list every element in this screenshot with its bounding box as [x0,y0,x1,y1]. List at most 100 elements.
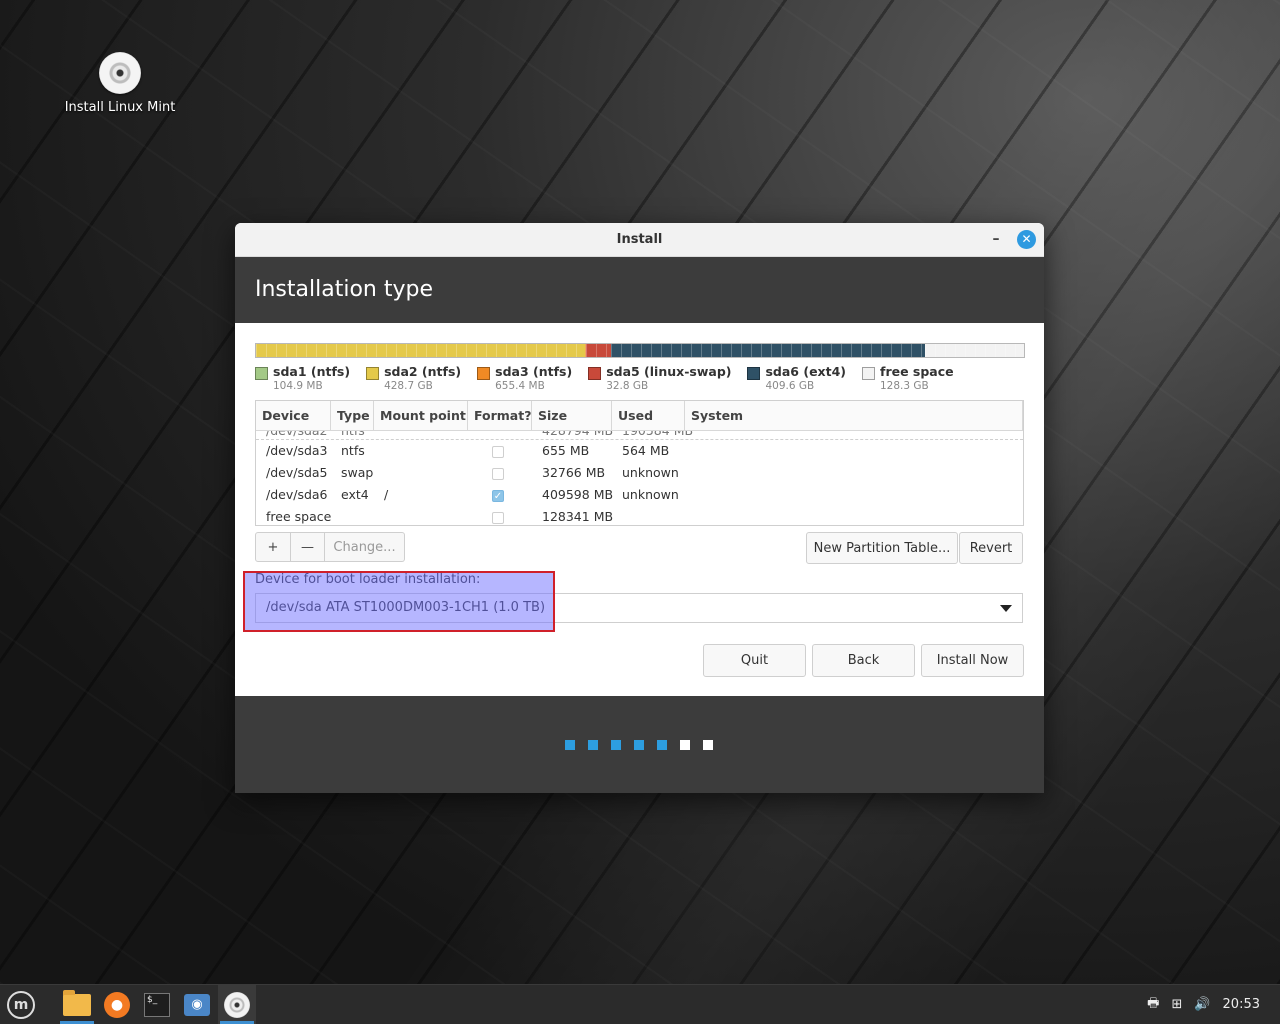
installer-window: Install – ✕ Installation type sda1 (ntfs… [235,223,1044,793]
column-header[interactable]: System [685,401,1023,430]
table-cell: unknown [622,487,679,502]
legend-size: 428.7 GB [384,380,433,392]
revert-button[interactable]: Revert [959,532,1023,564]
column-header[interactable]: Mount point [374,401,468,430]
quit-button[interactable]: Quit [703,644,806,677]
terminal-launcher[interactable]: $_ [138,985,176,1024]
legend-swatch [477,367,491,380]
firefox-launcher[interactable]: ● [98,985,136,1024]
legend-size: 128.3 GB [880,380,929,392]
annotation-highlight [243,571,555,632]
window-title: Install [616,232,663,247]
partition-segment [585,344,611,357]
column-header[interactable]: Size [532,401,612,430]
legend-item: sda5 (linux-swap) 32.8 GB [588,364,731,392]
close-icon[interactable]: ✕ [1017,230,1036,249]
table-body[interactable]: /dev/sda2ntfs428794 MB190584 MB/dev/sda3… [256,431,1023,525]
legend-name: sda2 (ntfs) [384,364,462,379]
step-dot [565,740,575,750]
legend-size: 104.9 MB [273,380,323,392]
installer-task[interactable] [218,985,256,1024]
taskbar: m ● $_ ◉ 🖶 ⊞ 🔊 20:53 [0,984,1280,1024]
title-bar[interactable]: Install – ✕ [235,223,1044,257]
system-tray: 🖶 ⊞ 🔊 20:53 [1135,985,1260,1024]
table-row[interactable]: /dev/sda5 swap 32766 MB unknown [256,462,1023,484]
back-button[interactable]: Back [812,644,915,677]
table-cell [374,431,468,439]
table-cell: 32766 MB [542,465,606,480]
format-checkbox[interactable] [492,445,504,458]
table-cell [374,506,468,525]
column-header[interactable]: Device [256,401,331,430]
legend-size: 655.4 MB [495,380,545,392]
table-cell: /dev/sda3 [266,443,328,458]
format-checkbox[interactable] [492,511,504,524]
table-cell: / [384,487,389,502]
dropdown-arrow-icon[interactable] [1000,605,1012,612]
table-cell: ntfs [331,431,374,439]
legend-swatch [255,367,268,380]
table-cell: 564 MB [622,443,670,458]
column-header[interactable]: Format? [468,401,532,430]
printer-icon[interactable]: 🖶 [1147,994,1159,1016]
terminal-icon: $_ [144,992,170,1017]
table-cell [685,462,1023,484]
legend-swatch [588,367,602,380]
table-cell [468,431,532,439]
step-indicator [565,740,726,750]
files-launcher[interactable] [58,985,96,1024]
table-cell: /dev/sda5 [266,465,328,480]
table-cell: 428794 MB [532,431,613,439]
step-dot [611,740,621,750]
volume-icon[interactable]: 🔊 [1194,997,1210,1012]
table-cell [685,484,1023,506]
partition-bar [255,343,1025,358]
column-header[interactable]: Type [331,401,374,430]
legend-swatch [862,367,875,380]
partition-segment [925,344,1024,357]
folder-icon [63,989,91,1016]
format-cell [468,440,532,462]
step-dot [657,740,667,750]
table-cell [685,440,1023,462]
legend-size: 409.6 GB [765,380,815,392]
network-icon[interactable]: ⊞ [1171,997,1182,1012]
disc-icon [224,991,250,1018]
partition-legend: sda1 (ntfs) 104.9 MB sda2 (ntfs) 428.7 GB sd… [255,364,970,392]
legend-name: free space [880,364,954,379]
legend-size: 32.8 GB [606,380,649,392]
table-header: Device Type Mount point Format? Size Used Syst… [256,401,1023,431]
table-row-partial[interactable]: /dev/sda2ntfs 428794 MB190584 MB [256,431,1023,440]
disc-icon [99,52,141,94]
legend-swatch [747,367,761,380]
table-cell: 190584 MB [612,431,693,439]
new-partition-table-button[interactable]: New Partition Table... [806,532,958,564]
format-checkbox[interactable]: ✓ [492,489,504,502]
minimize-icon[interactable]: – [988,223,1004,256]
change-partition-button[interactable]: Change... [325,532,405,562]
table-cell [374,462,468,484]
clock[interactable]: 20:53 [1223,997,1260,1012]
partition-table[interactable]: Device Type Mount point Format? Size Used Syst… [255,400,1024,526]
format-cell [468,462,532,484]
table-row[interactable]: /dev/sda6 ext4 / ✓ 409598 MB unknown [256,484,1023,506]
format-checkbox[interactable] [492,467,504,480]
page-title: Installation type [235,257,1044,323]
camera-icon: ◉ [184,993,210,1016]
add-partition-button[interactable]: + [255,532,291,562]
step-dot [634,740,644,750]
table-row[interactable]: free space 128341 MB [256,506,1023,525]
remove-partition-button[interactable]: — [291,532,325,562]
desktop-icon-install[interactable]: Install Linux Mint [60,52,180,115]
menu-button[interactable]: m [2,985,40,1024]
install-now-button[interactable]: Install Now [921,644,1024,677]
table-cell: 128341 MB [542,509,614,524]
partition-segment [610,344,926,357]
legend-name: sda3 (ntfs) [495,364,573,379]
table-row[interactable]: /dev/sda3 ntfs 655 MB 564 MB [256,440,1023,462]
column-header[interactable]: Used [612,401,685,430]
progress-footer [235,696,1044,793]
legend-name: sda1 (ntfs) [273,364,351,379]
table-cell [685,506,1023,525]
screenshot-launcher[interactable]: ◉ [178,985,216,1024]
